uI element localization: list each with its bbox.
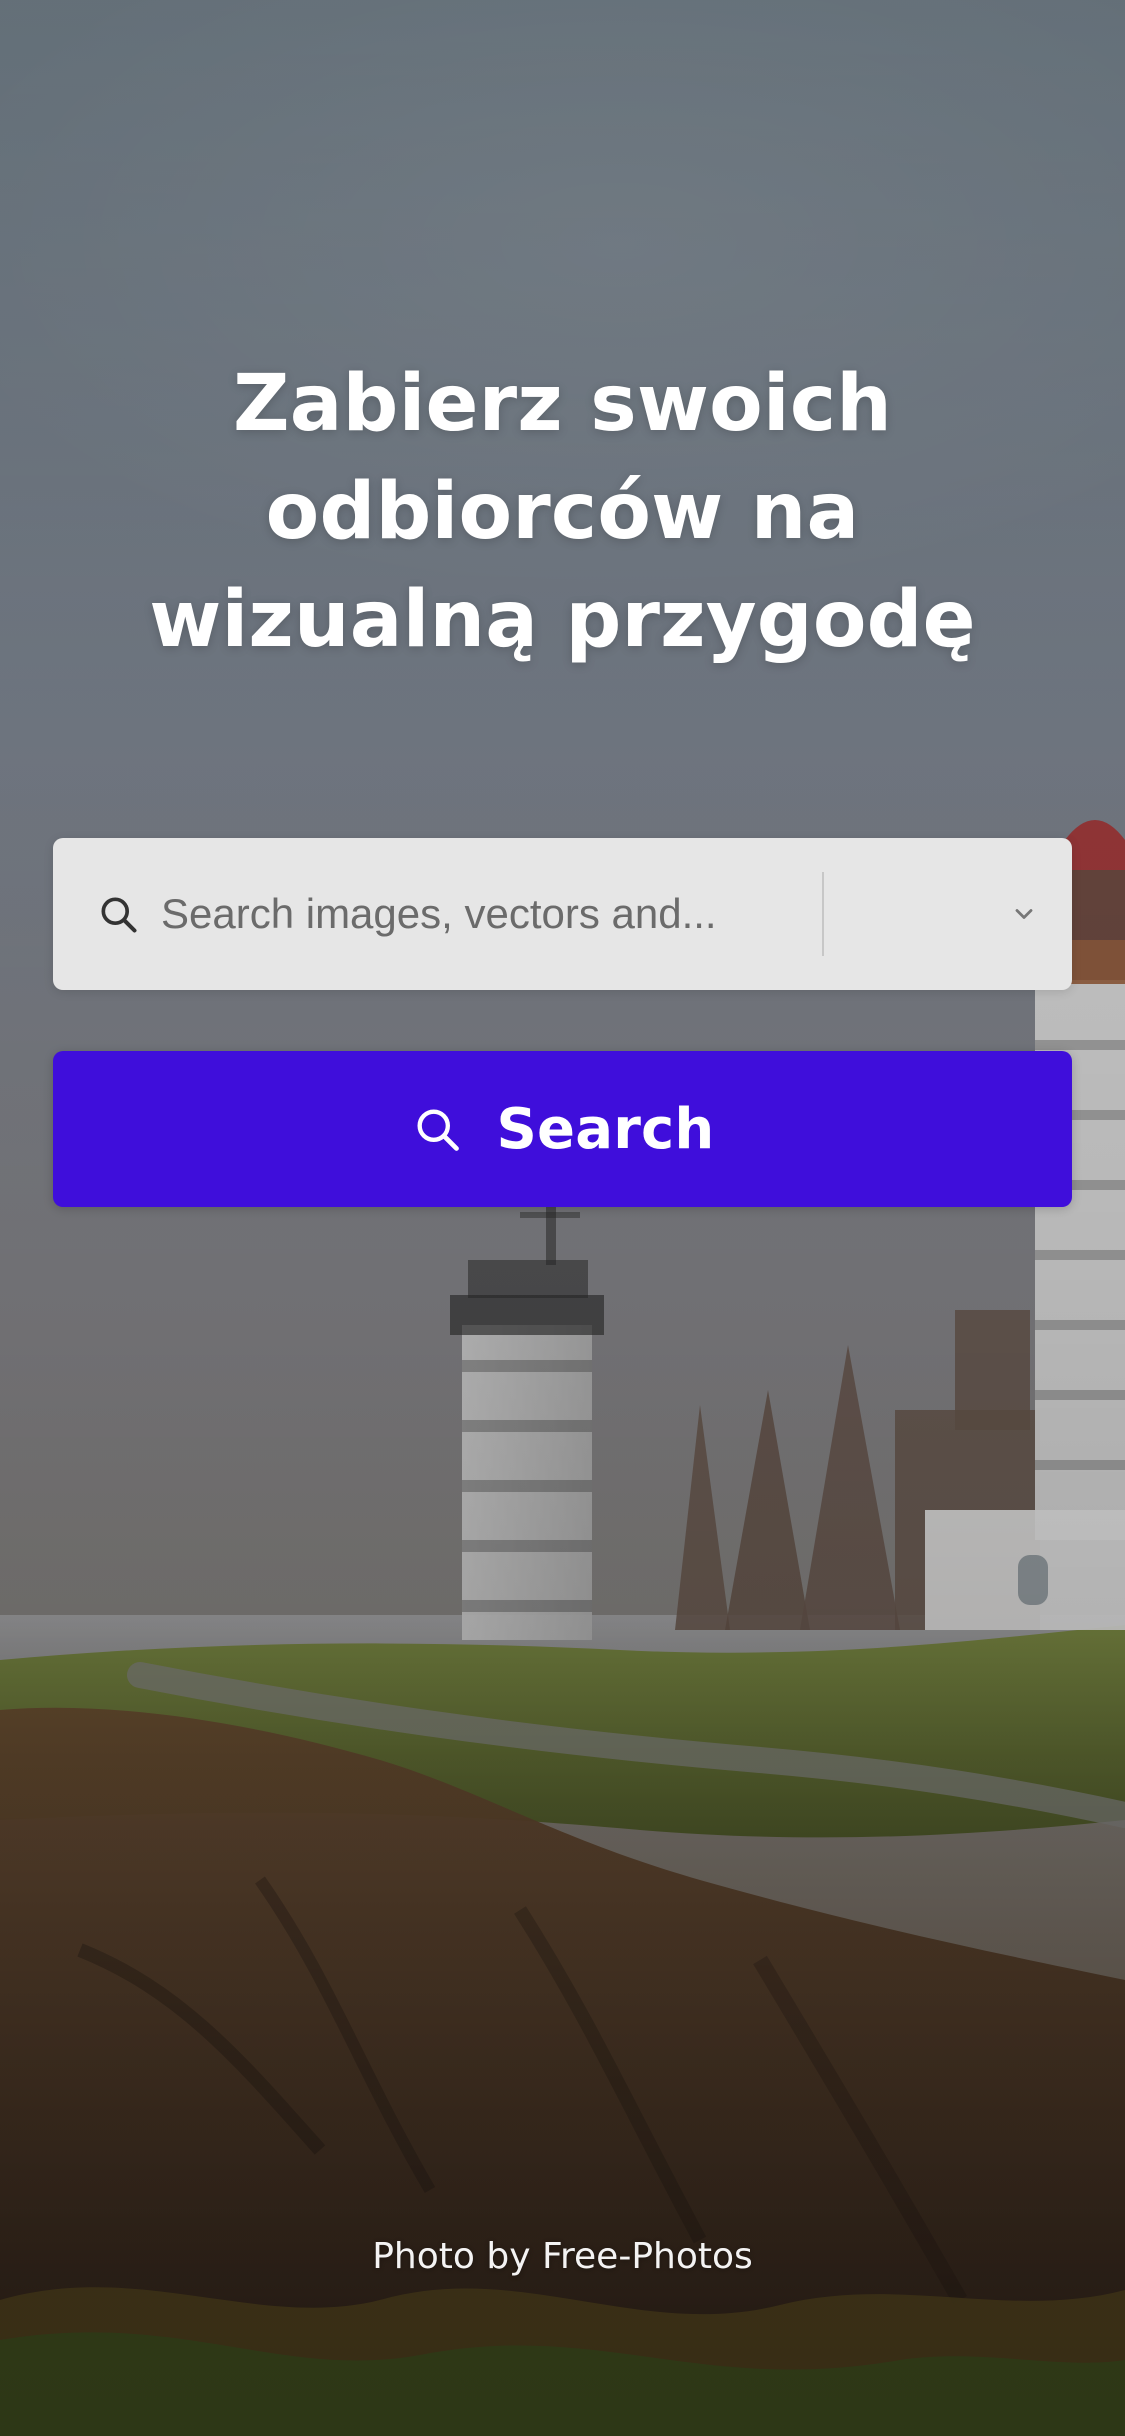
search-button-label: Search [496,1096,715,1162]
search-icon [411,1103,463,1155]
search-icon [89,885,147,943]
chevron-down-icon [1004,894,1044,934]
photo-credit: Photo by Free-Photos [372,2236,753,2277]
page-title: Zabierz swoich odbiorców na wizualną prz… [149,359,976,665]
search-button[interactable]: Search [53,1051,1072,1207]
search-input[interactable] [161,838,781,990]
search-filter-dropdown[interactable] [824,838,1072,990]
search-bar [53,838,1072,990]
